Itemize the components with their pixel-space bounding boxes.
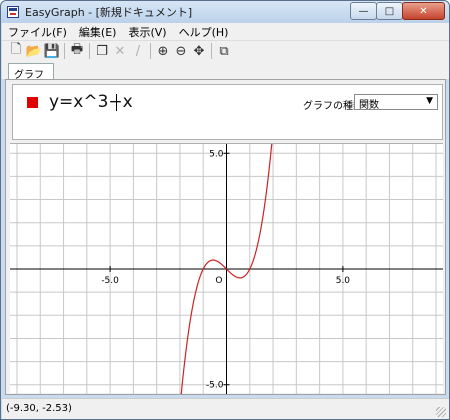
equation-input[interactable]: y=x^3−x <box>49 92 133 112</box>
toolbar: 🗋 📂 💾 🖶 ❐ ✕ / ⊕ ⊖ ✥ ⧉ <box>2 40 449 61</box>
menu-edit[interactable]: 編集(E) <box>79 24 117 40</box>
toolbar-separator <box>64 43 65 59</box>
fit-window-icon[interactable]: ⧉ <box>215 42 233 60</box>
tab-strip: グラフ 1 <box>2 61 449 92</box>
zoom-out-icon[interactable]: ⊖ <box>172 42 190 60</box>
window-title: EasyGraph - [新規ドキュメント] <box>25 6 193 19</box>
new-file-icon[interactable]: 🗋 <box>7 42 25 60</box>
graph-type-value: 関数 <box>359 100 379 111</box>
x-tick-label: 5.0 <box>336 276 351 286</box>
cursor-coordinates: (-9.30, -2.53) <box>6 403 72 414</box>
origin-label: O <box>215 276 222 286</box>
graph-canvas[interactable]: -5.0 5.0 5.0 -5.0 O <box>10 143 443 394</box>
text-caret <box>116 94 117 111</box>
window-controls: — □ ✕ <box>350 2 445 20</box>
toolbar-separator <box>150 43 151 59</box>
x-tick-label: -5.0 <box>101 276 119 286</box>
save-icon[interactable]: 💾 <box>43 42 61 60</box>
open-folder-icon[interactable]: 📂 <box>25 42 43 60</box>
graph-panel: y=x^3−x グラフの種類 関数 ▼ -5.0 5.0 5.0 -5.0 O <box>5 79 446 395</box>
toolbar-separator <box>89 43 90 59</box>
equation-bar: y=x^3−x グラフの種類 関数 ▼ <box>12 84 443 140</box>
title-bar[interactable]: EasyGraph - [新規ドキュメント] — □ ✕ <box>1 1 449 23</box>
delete-icon[interactable]: ✕ <box>111 42 129 60</box>
graph-plot[interactable]: -5.0 5.0 5.0 -5.0 O <box>10 144 443 394</box>
app-window: EasyGraph - [新規ドキュメント] — □ ✕ ファイル(F) 編集(… <box>0 0 450 420</box>
app-icon <box>7 6 19 18</box>
menu-file[interactable]: ファイル(F) <box>8 24 67 40</box>
maximize-button[interactable]: □ <box>376 2 403 20</box>
y-tick-label: -5.0 <box>206 381 224 391</box>
chevron-down-icon: ▼ <box>426 96 433 106</box>
graph-type-select[interactable]: 関数 ▼ <box>354 94 438 111</box>
series-color-swatch[interactable] <box>27 97 38 108</box>
menu-bar: ファイル(F) 編集(E) 表示(V) ヘルプ(H) <box>2 23 449 40</box>
minimize-button[interactable]: — <box>350 2 377 20</box>
resize-grip[interactable] <box>436 407 446 417</box>
pan-icon[interactable]: ✥ <box>190 42 208 60</box>
status-bar: (-9.30, -2.53) <box>2 398 449 419</box>
copy-icon[interactable]: ❐ <box>93 42 111 60</box>
zoom-in-icon[interactable]: ⊕ <box>154 42 172 60</box>
y-tick-label: 5.0 <box>209 149 224 159</box>
toolbar-separator <box>211 43 212 59</box>
print-icon[interactable]: 🖶 <box>68 42 86 60</box>
menu-help[interactable]: ヘルプ(H) <box>179 24 229 40</box>
close-button[interactable]: ✕ <box>402 2 445 20</box>
tab-graph-1[interactable]: グラフ 1 <box>8 63 54 92</box>
edit-icon[interactable]: / <box>129 42 147 60</box>
menu-view[interactable]: 表示(V) <box>128 24 166 40</box>
